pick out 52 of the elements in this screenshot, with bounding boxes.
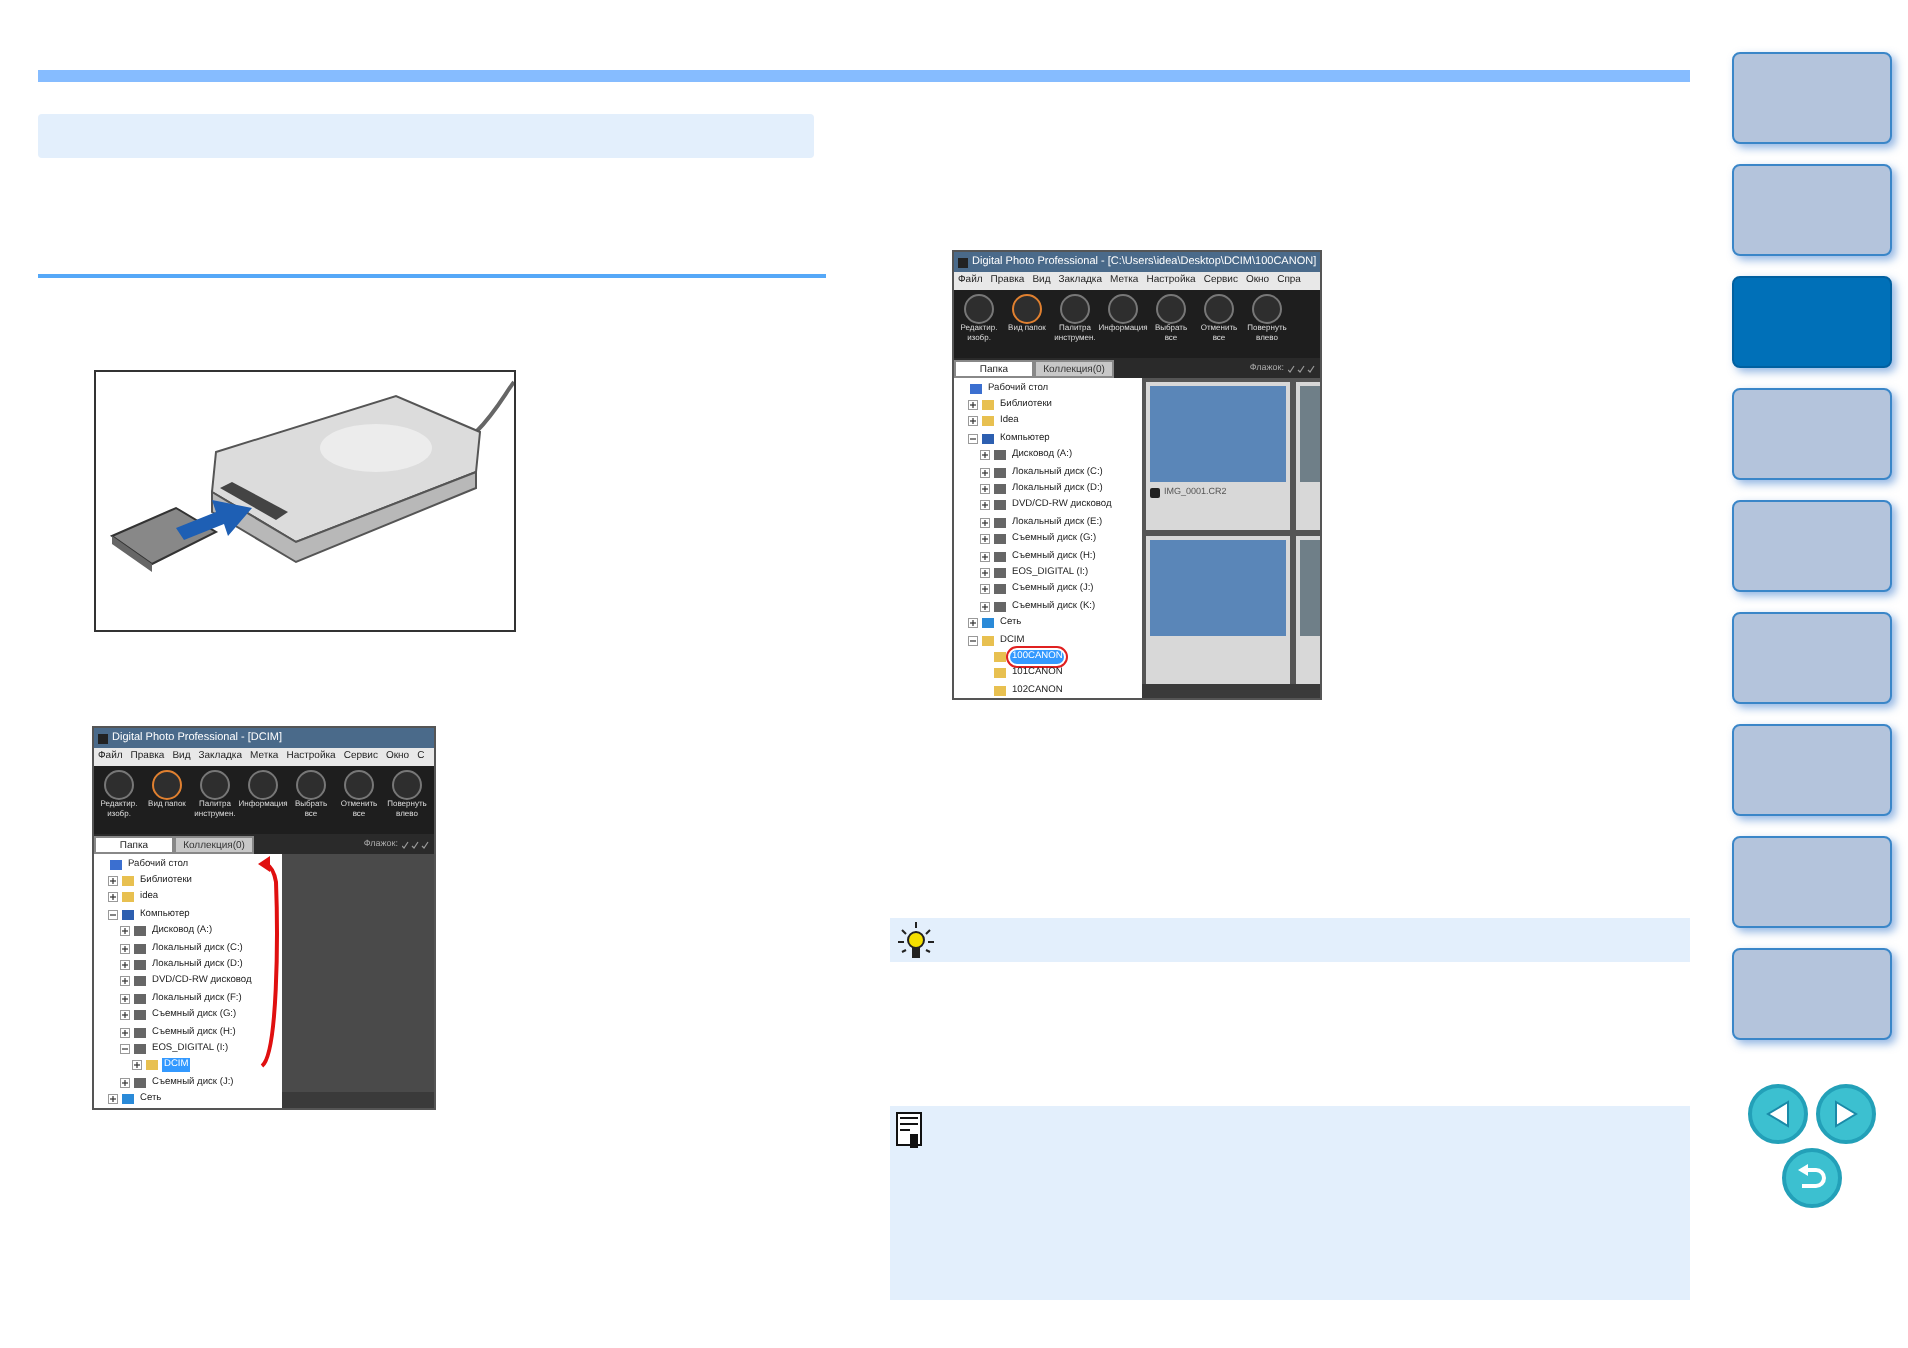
expand-icon[interactable]	[120, 960, 130, 971]
right-triangle-icon	[1834, 1100, 1858, 1128]
memo-icon	[896, 1112, 924, 1149]
expand-icon[interactable]	[108, 1094, 118, 1105]
expand-icon[interactable]	[980, 534, 990, 545]
next-page-button[interactable]	[1816, 1084, 1876, 1144]
collapse-icon[interactable]	[968, 635, 978, 646]
desktop-icon	[110, 859, 122, 870]
photo-placeholder	[1150, 386, 1286, 482]
expand-icon[interactable]	[120, 993, 130, 1004]
network-icon	[982, 618, 994, 629]
expand-icon[interactable]	[108, 892, 118, 903]
app-icon	[958, 257, 968, 267]
expand-icon[interactable]	[120, 976, 130, 987]
desktop-icon	[970, 383, 982, 394]
expand-icon[interactable]	[968, 400, 978, 411]
expand-icon[interactable]	[120, 1077, 130, 1088]
expand-icon[interactable]	[120, 1027, 130, 1038]
previous-page-button[interactable]	[1748, 1084, 1808, 1144]
expand-icon[interactable]	[980, 500, 990, 511]
computer-icon	[122, 909, 134, 920]
expand-icon[interactable]	[980, 567, 990, 578]
return-arrow-icon	[1796, 1164, 1828, 1192]
drive-icon	[134, 1077, 146, 1088]
lightbulb-icon	[896, 920, 936, 961]
expand-icon[interactable]	[120, 943, 130, 954]
photo-placeholder	[1150, 540, 1286, 636]
expand-icon[interactable]	[120, 926, 130, 937]
expand-icon[interactable]	[132, 1060, 142, 1071]
expand-icon[interactable]	[980, 551, 990, 562]
return-button[interactable]	[1782, 1148, 1842, 1208]
computer-icon	[982, 433, 994, 444]
collapse-icon[interactable]	[120, 1043, 130, 1054]
check-marks-icon	[1288, 364, 1316, 374]
expand-icon[interactable]	[120, 1010, 130, 1021]
expand-icon[interactable]	[980, 517, 990, 528]
check-marks-icon	[402, 840, 430, 850]
collapse-icon[interactable]	[108, 909, 118, 920]
expand-icon[interactable]	[980, 601, 990, 612]
left-triangle-icon	[1766, 1100, 1790, 1128]
expand-icon[interactable]	[980, 467, 990, 478]
expand-icon[interactable]	[980, 450, 990, 461]
expand-icon[interactable]	[968, 416, 978, 427]
app-icon	[98, 733, 108, 743]
network-icon	[122, 1094, 134, 1105]
folder-icon	[146, 1060, 158, 1071]
expand-icon[interactable]	[108, 876, 118, 887]
expand-icon[interactable]	[968, 618, 978, 629]
camera-icon	[1150, 487, 1160, 498]
expand-icon[interactable]	[980, 584, 990, 595]
expand-icon[interactable]	[980, 484, 990, 495]
collapse-icon[interactable]	[968, 433, 978, 444]
